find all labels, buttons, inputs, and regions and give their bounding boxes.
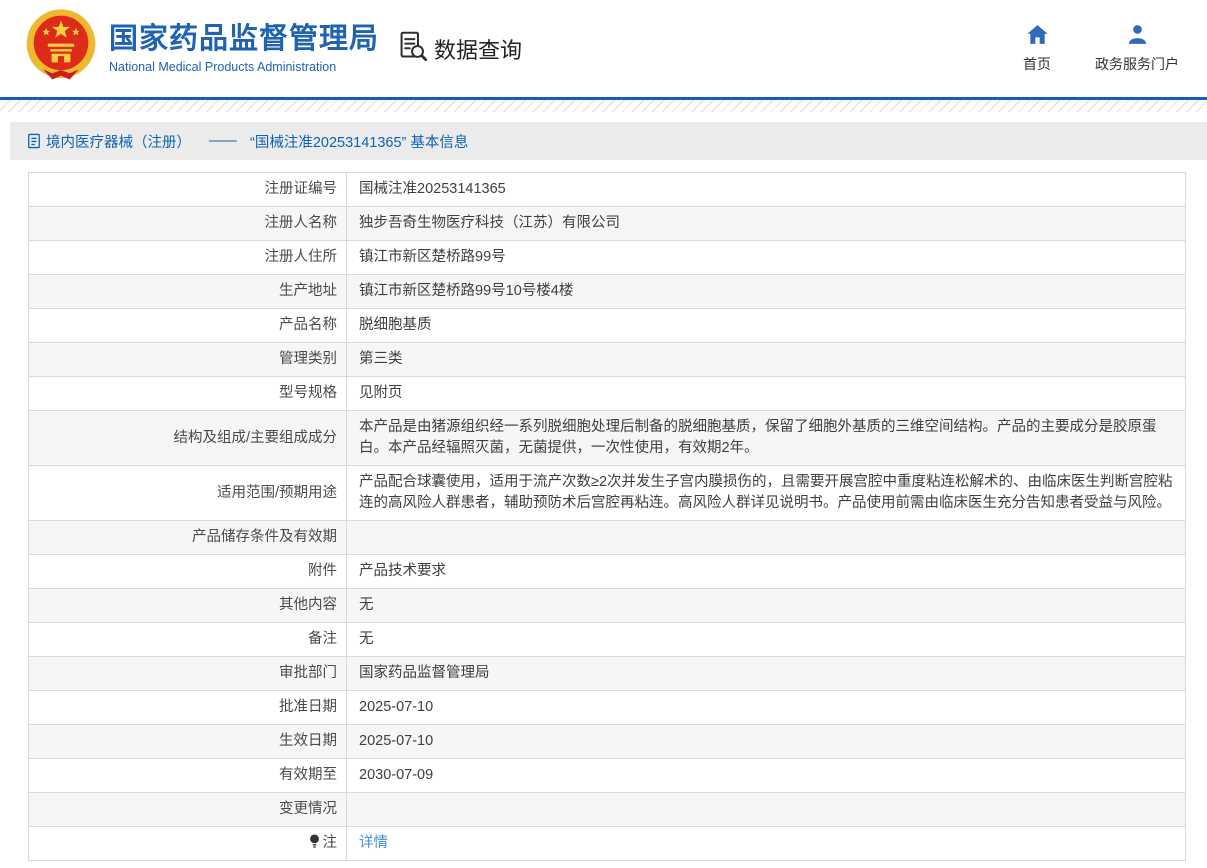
field-value: 第三类	[347, 343, 1186, 377]
table-row: 注册人名称独步吾奇生物医疗科技（江苏）有限公司	[29, 207, 1186, 241]
registration-info-table: 注册证编号国械注准20253141365注册人名称独步吾奇生物医疗科技（江苏）有…	[28, 172, 1186, 861]
nav-home-label: 首页	[1023, 54, 1051, 74]
table-row: 注册证编号国械注准20253141365	[29, 173, 1186, 207]
user-icon	[1126, 23, 1149, 49]
field-value: 2025-07-10	[347, 691, 1186, 725]
field-label: 适用范围/预期用途	[29, 466, 347, 521]
field-label: 其他内容	[29, 589, 347, 623]
field-value: 无	[347, 623, 1186, 657]
field-value: 见附页	[347, 377, 1186, 411]
detail-link[interactable]: 详情	[359, 835, 388, 851]
field-value: 独步吾奇生物医疗科技（江苏）有限公司	[347, 207, 1186, 241]
field-label: 注	[29, 827, 347, 861]
field-value: 2025-07-10	[347, 725, 1186, 759]
table-row: 附件产品技术要求	[29, 555, 1186, 589]
field-label: 结构及组成/主要组成成分	[29, 411, 347, 466]
breadcrumb-section: 境内医疗器械（注册）	[46, 131, 191, 152]
field-value: 产品技术要求	[347, 555, 1186, 589]
field-label: 备注	[29, 623, 347, 657]
field-label: 注册证编号	[29, 173, 347, 207]
field-value: 无	[347, 589, 1186, 623]
table-row: 审批部门国家药品监督管理局	[29, 657, 1186, 691]
field-value: 2030-07-09	[347, 759, 1186, 793]
field-label: 有效期至	[29, 759, 347, 793]
data-query-icon	[397, 30, 428, 67]
field-value: 国家药品监督管理局	[347, 657, 1186, 691]
field-label: 产品名称	[29, 309, 347, 343]
field-value: 本产品是由猪源组织经一系列脱细胞处理后制备的脱细胞基质，保留了细胞外基质的三维空…	[347, 411, 1186, 466]
table-row: 变更情况	[29, 793, 1186, 827]
field-value	[347, 521, 1186, 555]
table-row: 适用范围/预期用途产品配合球囊使用，适用于流产次数≥2次并发生子宫内膜损伤的，且…	[29, 466, 1186, 521]
lightbulb-icon	[309, 834, 320, 849]
field-value: 详情	[347, 827, 1186, 861]
field-label: 注册人名称	[29, 207, 347, 241]
field-label: 生产地址	[29, 275, 347, 309]
field-label: 变更情况	[29, 793, 347, 827]
national-emblem-icon	[22, 7, 100, 90]
table-row: 备注无	[29, 623, 1186, 657]
table-row: 其他内容无	[29, 589, 1186, 623]
field-label: 管理类别	[29, 343, 347, 377]
field-label: 批准日期	[29, 691, 347, 725]
field-value: 镇江市新区楚桥路99号	[347, 241, 1186, 275]
field-label: 附件	[29, 555, 347, 589]
table-row: 型号规格见附页	[29, 377, 1186, 411]
data-query-title: 数据查询	[397, 30, 522, 67]
field-label: 生效日期	[29, 725, 347, 759]
hatch-pattern-strip	[0, 100, 1207, 112]
table-row: 生效日期2025-07-10	[29, 725, 1186, 759]
document-icon	[27, 133, 41, 149]
org-name-en: National Medical Products Administration	[109, 60, 379, 74]
field-value: 产品配合球囊使用，适用于流产次数≥2次并发生子宫内膜损伤的，且需要开展宫腔中重度…	[347, 466, 1186, 521]
org-name-zh: 国家药品监督管理局	[109, 23, 379, 56]
field-label: 型号规格	[29, 377, 347, 411]
table-row: 注册人住所镇江市新区楚桥路99号	[29, 241, 1186, 275]
field-value: 镇江市新区楚桥路99号10号楼4楼	[347, 275, 1186, 309]
breadcrumb-detail: “国械注准20253141365” 基本信息	[250, 131, 468, 152]
field-label: 注册人住所	[29, 241, 347, 275]
table-row: 生产地址镇江市新区楚桥路99号10号楼4楼	[29, 275, 1186, 309]
nav-portal[interactable]: 政务服务门户	[1095, 23, 1179, 74]
table-row: 有效期至2030-07-09	[29, 759, 1186, 793]
brand-logo-link[interactable]: 国家药品监督管理局 National Medical Products Admi…	[22, 7, 379, 90]
table-row: 产品储存条件及有效期	[29, 521, 1186, 555]
breadcrumb: 境内医疗器械（注册） —— “国械注准20253141365” 基本信息	[10, 122, 1207, 160]
breadcrumb-separator: ——	[209, 133, 236, 149]
home-icon	[1026, 23, 1049, 49]
nav-home[interactable]: 首页	[1023, 23, 1051, 74]
table-row: 批准日期2025-07-10	[29, 691, 1186, 725]
top-nav: 首页 政务服务门户	[1023, 23, 1179, 74]
field-value: 脱细胞基质	[347, 309, 1186, 343]
table-row: 注详情	[29, 827, 1186, 861]
field-value: 国械注准20253141365	[347, 173, 1186, 207]
table-row: 结构及组成/主要组成成分本产品是由猪源组织经一系列脱细胞处理后制备的脱细胞基质，…	[29, 411, 1186, 466]
field-label: 产品储存条件及有效期	[29, 521, 347, 555]
table-row: 产品名称脱细胞基质	[29, 309, 1186, 343]
table-row: 管理类别第三类	[29, 343, 1186, 377]
data-query-label: 数据查询	[434, 33, 522, 65]
site-header: 国家药品监督管理局 National Medical Products Admi…	[0, 0, 1207, 97]
nav-portal-label: 政务服务门户	[1095, 54, 1179, 74]
field-value	[347, 793, 1186, 827]
field-label: 审批部门	[29, 657, 347, 691]
